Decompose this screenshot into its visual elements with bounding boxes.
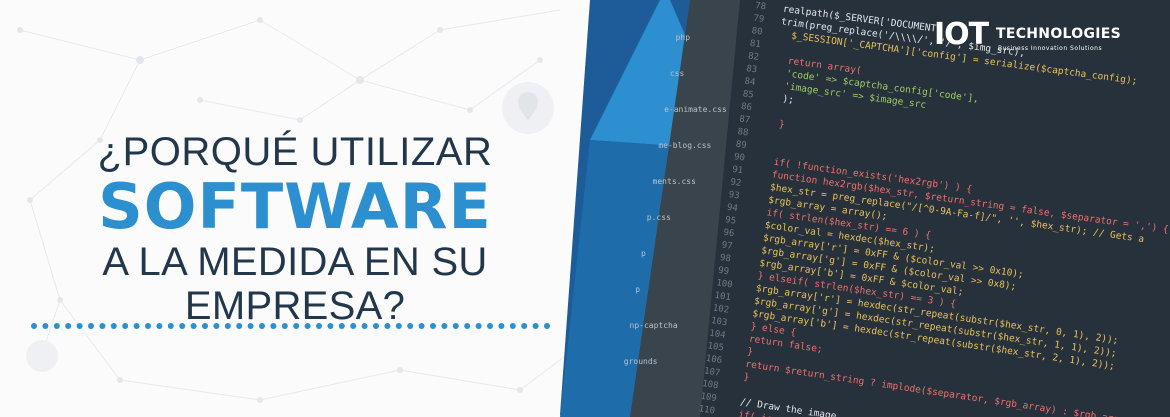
divider-dot	[76, 323, 83, 329]
divider-dot	[122, 323, 129, 329]
line-number: 96	[723, 228, 735, 239]
divider-dot	[395, 323, 402, 329]
line-number: 94	[726, 203, 738, 214]
divider-dot	[316, 323, 322, 329]
divider-dot	[544, 323, 550, 329]
divider-dot	[236, 323, 243, 329]
code-editor-graphic: php css e-animate.css me-blog.css ments.css p…	[560, 0, 1170, 417]
divider-dot	[532, 323, 539, 329]
code-line: 86	[740, 102, 752, 113]
divider-dot	[509, 323, 516, 329]
line-number: 98	[719, 253, 731, 264]
divider-dot	[475, 323, 482, 329]
line-number: 82	[747, 51, 759, 62]
line-number: 89	[735, 140, 747, 151]
share-icon	[26, 340, 58, 372]
logo-tagline: Business Innovation Solutions	[998, 45, 1103, 52]
line-number: 87	[739, 114, 751, 125]
sidebar-file-item: me-blog.css	[658, 141, 711, 150]
divider-dot	[110, 323, 117, 329]
sidebar-file-item: np-captcha	[630, 321, 678, 330]
line-number: 80	[751, 26, 763, 37]
divider-dot	[361, 323, 368, 329]
divider-dot	[304, 323, 311, 329]
divider-dot	[452, 323, 459, 329]
sidebar-file-item: grounds	[624, 357, 658, 366]
divider-dot	[145, 323, 151, 329]
divider-dot	[373, 323, 379, 329]
divider-dot	[190, 323, 197, 329]
divider-dot	[224, 323, 231, 329]
line-number: 85	[742, 89, 754, 100]
sidebar-file-item: css	[670, 69, 685, 78]
divider-dot	[338, 323, 345, 329]
divider-dot	[350, 323, 357, 329]
headline-software: SOFTWARE	[98, 170, 492, 243]
line-number: 79	[753, 14, 765, 25]
code-line: 89	[735, 140, 747, 151]
divider-dot	[441, 323, 448, 329]
divider-dot	[327, 323, 334, 329]
divider-dot	[407, 323, 414, 329]
line-number: 92	[730, 177, 742, 188]
divider-dot	[247, 323, 254, 329]
code-line: 88	[737, 127, 749, 138]
sidebar-file-item: p	[641, 249, 646, 258]
divider-dot	[270, 323, 277, 329]
line-number: 91	[732, 165, 744, 176]
divider-dot	[521, 323, 528, 329]
line-number: 86	[740, 102, 752, 113]
line-number: 78	[754, 1, 766, 12]
line-number: 88	[737, 127, 749, 138]
line-number: 97	[721, 240, 733, 251]
divider-dot	[99, 323, 106, 329]
line-number: 84	[744, 77, 756, 88]
code-line: 81	[749, 39, 761, 50]
divider-dot	[418, 323, 425, 329]
divider-dot	[487, 323, 493, 329]
sidebar-file-item: p	[635, 285, 640, 294]
divider-dot	[179, 323, 186, 329]
headline: ¿PORQUÉ UTILIZAR SOFTWARE A LA MEDIDA EN…	[0, 130, 590, 328]
divider-dot	[293, 323, 300, 329]
headline-question: ¿PORQUÉ UTILIZAR	[97, 130, 493, 174]
divider-dot	[42, 323, 49, 329]
line-number: 95	[724, 215, 736, 226]
line-number: 93	[728, 190, 740, 201]
divider-dot	[167, 323, 174, 329]
iot-technologies-logo: IOT TECHNOLOGIES Business Innovation Sol…	[934, 18, 1154, 58]
banner: ¿PORQUÉ UTILIZAR SOFTWARE A LA MEDIDA EN…	[0, 0, 1170, 417]
sidebar-file-item: e-animate.css	[664, 105, 727, 114]
code-text: );	[782, 94, 795, 106]
divider-dot	[281, 323, 288, 329]
divider-dot	[156, 323, 163, 329]
headline-subtitle: A LA MEDIDA EN SU EMPRESA?	[102, 240, 488, 328]
divider-dot	[31, 323, 37, 329]
line-number: 83	[746, 64, 758, 75]
divider-dot	[133, 323, 140, 329]
divider-dot	[430, 323, 436, 329]
divider-dot	[213, 323, 220, 329]
sidebar-file-item: p.css	[647, 213, 671, 222]
divider-dot	[65, 323, 72, 329]
sidebar-file-item: php	[676, 33, 691, 42]
divider-dot	[202, 323, 208, 329]
line-number: 99	[717, 266, 729, 277]
divider-dot	[53, 323, 60, 329]
logo-mark: IOT	[934, 17, 989, 52]
sidebar-file-item: ments.css	[653, 177, 697, 186]
logo-name: TECHNOLOGIES	[996, 26, 1121, 42]
dotted-divider	[31, 323, 550, 329]
divider-dot	[464, 323, 471, 329]
line-number: 90	[733, 152, 745, 163]
divider-dot	[259, 323, 265, 329]
divider-dot	[88, 323, 94, 329]
code-editor-panel: php css e-animate.css me-blog.css ments.css p…	[560, 0, 1170, 417]
line-number: 81	[749, 39, 761, 50]
divider-dot	[498, 323, 505, 329]
divider-dot	[384, 323, 391, 329]
